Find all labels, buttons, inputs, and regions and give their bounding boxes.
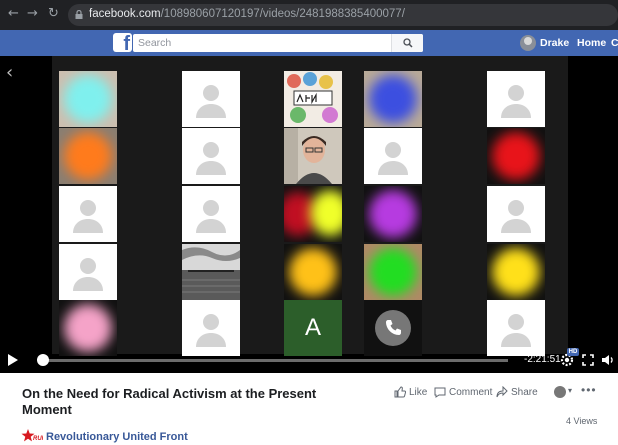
blurred-face <box>369 190 417 238</box>
video-title: On the Need for Radical Activism at the … <box>22 386 317 417</box>
participant-tile-blurred <box>59 128 117 184</box>
phone-icon <box>375 310 411 346</box>
reload-icon[interactable]: ↻ <box>48 6 59 21</box>
person-placeholder-icon <box>196 85 226 118</box>
page-name-link[interactable]: Revolutionary United Front <box>46 431 188 443</box>
home-link[interactable]: Home <box>577 37 606 49</box>
thumbs-up-icon <box>394 386 406 398</box>
participant-tile-webcam <box>284 128 342 184</box>
facebook-logo-icon[interactable]: f <box>113 33 132 52</box>
person-placeholder-icon <box>73 200 103 233</box>
chevron-down-icon[interactable]: ▾ <box>568 386 572 395</box>
time-remaining: -2:21:51 <box>524 354 561 365</box>
search-button[interactable] <box>391 34 423 52</box>
play-icon[interactable] <box>8 354 18 366</box>
webcam-feed <box>284 128 342 184</box>
url-path: /108980607120197/videos/2481988385400077… <box>160 8 405 20</box>
pier-image <box>182 244 240 300</box>
person-placeholder-icon <box>378 142 408 175</box>
person-placeholder-icon <box>501 314 531 347</box>
lock-icon <box>75 10 83 19</box>
participant-tile-placeholder <box>487 71 545 127</box>
participant-tile-blurred <box>487 244 545 300</box>
video-controls: -2:21:51 HD <box>0 346 618 373</box>
participant-tile-placeholder <box>59 244 117 300</box>
participant-tile-blurred <box>487 128 545 184</box>
person-placeholder-icon <box>196 200 226 233</box>
person-placeholder-icon <box>196 142 226 175</box>
blurred-face <box>289 248 337 296</box>
more-options-icon[interactable]: ••• <box>581 383 597 397</box>
participant-tile-shared-image <box>284 71 342 127</box>
url-domain: facebook.com <box>89 8 161 20</box>
like-button[interactable]: Like <box>394 386 430 400</box>
facebook-header: f Search Drake Home C <box>0 30 618 56</box>
comment-icon <box>434 387 446 398</box>
participant-tile-placeholder <box>487 186 545 242</box>
chevron-left-icon[interactable]: ‹ <box>6 62 13 83</box>
hd-badge: HD <box>567 348 579 356</box>
participant-tile-blurred <box>284 186 342 242</box>
video-frame-zoom-gallery: A <box>52 56 568 356</box>
participant-tile-placeholder <box>59 186 117 242</box>
participant-tile-blurred <box>284 244 342 300</box>
participant-tile-blurred <box>364 71 422 127</box>
share-label: Share <box>511 387 538 398</box>
search-placeholder: Search <box>138 37 172 49</box>
search-icon <box>403 38 413 48</box>
post-as-avatar[interactable] <box>554 386 566 398</box>
blurred-face <box>492 248 540 296</box>
blurred-face <box>64 132 112 180</box>
comment-button[interactable]: Comment <box>434 386 494 400</box>
person-placeholder-icon <box>501 85 531 118</box>
comment-label: Comment <box>449 387 493 398</box>
participant-tile-placeholder <box>182 186 240 242</box>
participant-tile-blurred <box>364 244 422 300</box>
blurred-face <box>64 75 112 123</box>
participant-tile-blurred <box>59 71 117 127</box>
blurred-face <box>64 304 112 352</box>
share-button[interactable]: Share <box>496 386 540 400</box>
page-logo-star-icon[interactable]: RUF <box>21 428 43 444</box>
person-placeholder-icon <box>196 314 226 347</box>
view-count: 4 Views <box>566 416 598 426</box>
participant-tile-blurred <box>364 186 422 242</box>
browser-toolbar: ← → ↻ facebook.com/108980607120197/video… <box>0 0 618 30</box>
user-avatar[interactable] <box>520 35 536 51</box>
participant-tile-placeholder <box>182 128 240 184</box>
illustration-image <box>284 71 342 127</box>
participant-tile-background-image <box>182 244 240 300</box>
blurred-face <box>310 190 342 236</box>
back-arrow-icon[interactable]: ← <box>8 6 19 21</box>
url-text: facebook.com/108980607120197/videos/2481… <box>89 8 405 20</box>
blurred-face <box>369 248 417 296</box>
participant-tile-placeholder <box>182 71 240 127</box>
fullscreen-icon[interactable] <box>582 354 594 366</box>
share-icon <box>496 386 508 398</box>
like-label: Like <box>409 387 428 398</box>
forward-arrow-icon[interactable]: → <box>27 6 38 21</box>
blurred-face <box>369 75 417 123</box>
volume-icon[interactable] <box>601 353 615 367</box>
participant-tile-placeholder <box>364 128 422 184</box>
address-bar[interactable]: facebook.com/108980607120197/videos/2481… <box>68 4 618 26</box>
person-placeholder-icon <box>73 258 103 291</box>
progress-bar[interactable] <box>38 359 508 362</box>
profile-link[interactable]: Drake <box>540 37 569 49</box>
create-link[interactable]: C <box>611 37 618 49</box>
search-input[interactable]: Search <box>133 34 423 52</box>
blurred-face <box>492 132 540 180</box>
person-placeholder-icon <box>501 200 531 233</box>
progress-handle[interactable] <box>36 354 49 366</box>
video-player[interactable]: ‹ A -2:21:51 HD <box>0 56 618 373</box>
svg-text:RUF: RUF <box>33 436 43 442</box>
